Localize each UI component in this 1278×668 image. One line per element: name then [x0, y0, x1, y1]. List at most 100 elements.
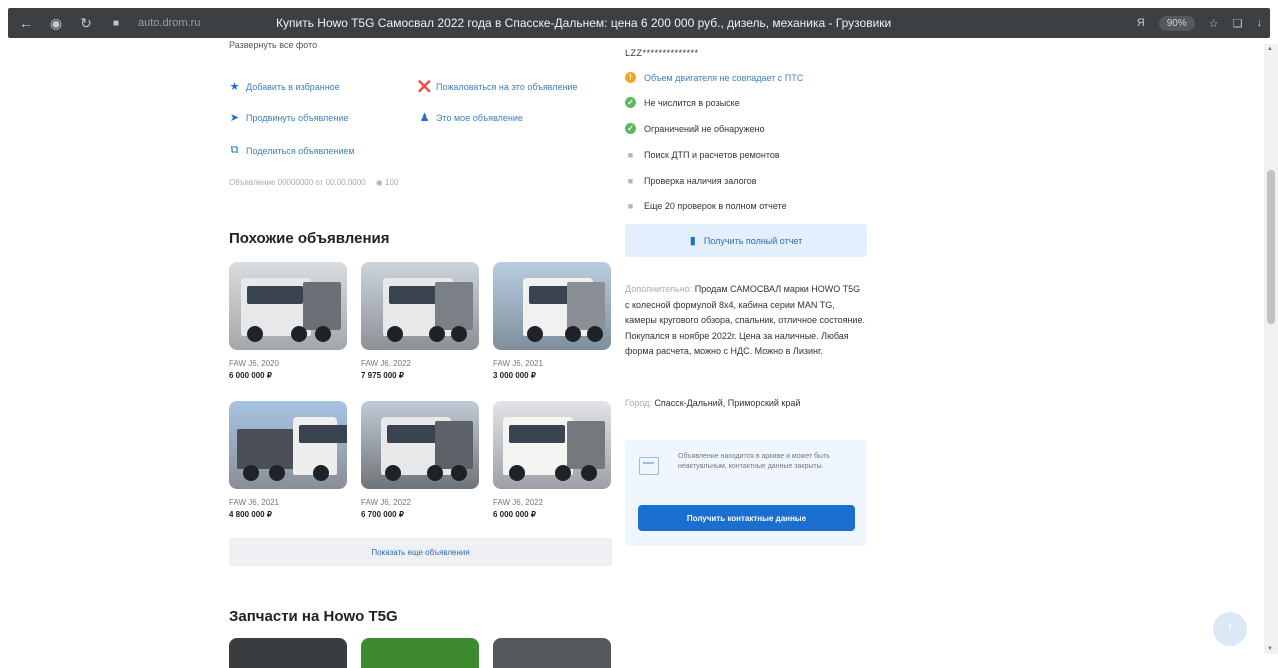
- listing-model: FAW J6, 2021: [493, 359, 543, 368]
- extensions-icon[interactable]: ❏: [1233, 17, 1243, 30]
- add-favorite-label: Добавить в избранное: [246, 81, 340, 92]
- description-text: Продам САМОСВАЛ марки HOWO T5G с колесно…: [625, 284, 865, 356]
- similar-listing-card[interactable]: FAW J6, 2022 6 700 000 ₽: [361, 401, 479, 519]
- listing-price: 7 975 000 ₽: [361, 371, 404, 380]
- listing-photo: [493, 262, 611, 350]
- home-icon[interactable]: ◉: [44, 11, 68, 35]
- listing-photo: [493, 401, 611, 489]
- check-item: ! Объем двигателя не совпадает с ПТС: [625, 72, 803, 83]
- lock-icon: ■: [627, 175, 634, 186]
- listing-model: FAW J6, 2020: [229, 359, 279, 368]
- listing-price: 6 000 000 ₽: [493, 510, 536, 519]
- listing-photo: [361, 262, 479, 350]
- archive-icon: [639, 457, 659, 475]
- check-item: ■ Поиск ДТП и расчетов ремонтов: [625, 149, 780, 160]
- my-listing-label: Это мое объявление: [436, 112, 523, 123]
- listing-price: 4 800 000 ₽: [229, 510, 272, 519]
- rocket-icon: ➤: [229, 112, 240, 124]
- arrow-up-icon: ↑: [1226, 620, 1234, 637]
- listing-city: Город: Спасск-Дальний, Приморский край: [625, 398, 800, 408]
- thumbs-down-icon: ❌: [417, 81, 432, 93]
- part-photo[interactable]: [229, 638, 347, 668]
- get-contacts-button[interactable]: Получить контактные данные: [638, 505, 855, 531]
- similar-listing-card[interactable]: FAW J6, 2020 6 000 000 ₽: [229, 262, 347, 380]
- listing-model: FAW J6, 2021: [229, 498, 279, 507]
- browser-title-bar: ← ◉ ↻ ■ auto.drom.ru Купить Howo T5G Сам…: [8, 8, 1270, 38]
- views-count: 100: [385, 178, 399, 187]
- share-icon: ⧉: [230, 144, 239, 156]
- expand-photos-link[interactable]: Развернуть все фото: [229, 40, 317, 50]
- complain-link[interactable]: ❌ Пожаловаться на это объявление: [417, 81, 578, 93]
- full-report-label: Получить полный отчет: [703, 235, 803, 246]
- my-listing-link[interactable]: ♟ Это мое объявление: [419, 112, 523, 124]
- eye-icon: ◉: [375, 178, 383, 187]
- download-icon[interactable]: ↓: [1257, 17, 1263, 29]
- lock-icon: ■: [627, 200, 634, 211]
- browser-chrome: ← ◉ ↻ ■ auto.drom.ru Купить Howo T5G Сам…: [0, 0, 1278, 44]
- star-icon: ★: [229, 81, 240, 93]
- bookmark-icon[interactable]: ☆: [1209, 17, 1219, 30]
- page-title: Купить Howo T5G Самосвал 2022 года в Спа…: [276, 16, 892, 30]
- warning-icon: !: [625, 72, 636, 83]
- listing-meta: Объявление 00000000 от 00.00.0000 ◉ 100: [229, 178, 398, 187]
- listing-photo: [361, 401, 479, 489]
- city-label: Город:: [625, 398, 652, 408]
- address-domain[interactable]: auto.drom.ru: [138, 17, 258, 29]
- scrollbar-thumb[interactable]: [1267, 170, 1275, 324]
- listing-description: Дополнительно: Продам САМОСВАЛ марки HOW…: [625, 282, 865, 360]
- similar-listing-card[interactable]: FAW J6, 2021 3 000 000 ₽: [493, 262, 611, 380]
- check-text: Ограничений не обнаружено: [644, 123, 765, 134]
- scroll-down-icon[interactable]: ▼: [1267, 646, 1273, 652]
- lock-icon: ■: [627, 149, 634, 160]
- similar-listings-title: Похожие объявления: [229, 230, 390, 247]
- check-text: Поиск ДТП и расчетов ремонтов: [644, 149, 780, 160]
- archive-text: Объявление находится в архиве и может бы…: [678, 453, 830, 470]
- promote-label: Продвинуть объявление: [246, 112, 349, 123]
- zoom-indicator[interactable]: 90%: [1158, 15, 1195, 31]
- description-label: Дополнительно:: [625, 284, 693, 294]
- yandex-icon[interactable]: Я: [1137, 17, 1145, 29]
- add-favorite-link[interactable]: ★ Добавить в избранное: [229, 81, 340, 93]
- complain-label: Пожаловаться на это объявление: [436, 81, 578, 92]
- check-ok-icon: ✓: [625, 97, 636, 108]
- listing-photo: [229, 262, 347, 350]
- share-label: Поделиться объявлением: [246, 145, 355, 156]
- listing-price: 6 700 000 ₽: [361, 510, 404, 519]
- full-report-button[interactable]: ▮ Получить полный отчет: [625, 224, 867, 257]
- listing-model: FAW J6, 2022: [361, 498, 411, 507]
- reload-icon[interactable]: ↻: [74, 11, 98, 35]
- listing-model: FAW J6, 2022: [361, 359, 411, 368]
- similar-listing-card[interactable]: FAW J6, 2021 4 800 000 ₽: [229, 401, 347, 519]
- check-text: Проверка наличия залогов: [644, 175, 757, 186]
- part-photo[interactable]: [493, 638, 611, 668]
- page-scrollbar[interactable]: ▲ ▼: [1264, 44, 1278, 654]
- promote-link[interactable]: ➤ Продвинуть объявление: [229, 112, 349, 124]
- check-text: Не числится в розыске: [644, 97, 740, 108]
- document-icon: ▮: [689, 235, 696, 247]
- user-icon: ♟: [419, 112, 430, 124]
- listing-model: FAW J6, 2022: [493, 498, 543, 507]
- archive-notice: Объявление находится в архиве и может бы…: [625, 440, 867, 546]
- listing-photo: [229, 401, 347, 489]
- part-photo[interactable]: [361, 638, 479, 668]
- listing-price: 6 000 000 ₽: [229, 371, 272, 380]
- scroll-to-top-button[interactable]: ↑: [1213, 612, 1247, 646]
- check-item: ■ Проверка наличия залогов: [625, 175, 757, 186]
- vin-number: LZZ**************: [625, 48, 699, 58]
- parts-section-title: Запчасти на Howo T5G: [229, 608, 398, 625]
- listing-price: 3 000 000 ₽: [493, 371, 536, 380]
- similar-listing-card[interactable]: FAW J6, 2022 7 975 000 ₽: [361, 262, 479, 380]
- listing-id-date: Объявление 00000000 от 00.00.0000: [229, 178, 366, 187]
- lock-icon: ■: [112, 17, 120, 29]
- share-link[interactable]: ⧉ Поделиться объявлением: [229, 144, 355, 156]
- check-text: Объем двигателя не совпадает с ПТС: [644, 72, 804, 83]
- scroll-up-icon[interactable]: ▲: [1267, 46, 1273, 52]
- check-item: ✓ Ограничений не обнаружено: [625, 123, 765, 134]
- check-ok-icon: ✓: [625, 123, 636, 134]
- check-item: ✓ Не числится в розыске: [625, 97, 740, 108]
- back-arrow-icon[interactable]: ←: [14, 11, 38, 35]
- check-text: Еще 20 проверок в полном отчете: [644, 200, 787, 211]
- similar-listing-card[interactable]: FAW J6, 2022 6 000 000 ₽: [493, 401, 611, 519]
- city-value: Спасск-Дальний, Приморский край: [654, 398, 801, 408]
- show-more-button[interactable]: Показать еще объявления: [229, 538, 612, 566]
